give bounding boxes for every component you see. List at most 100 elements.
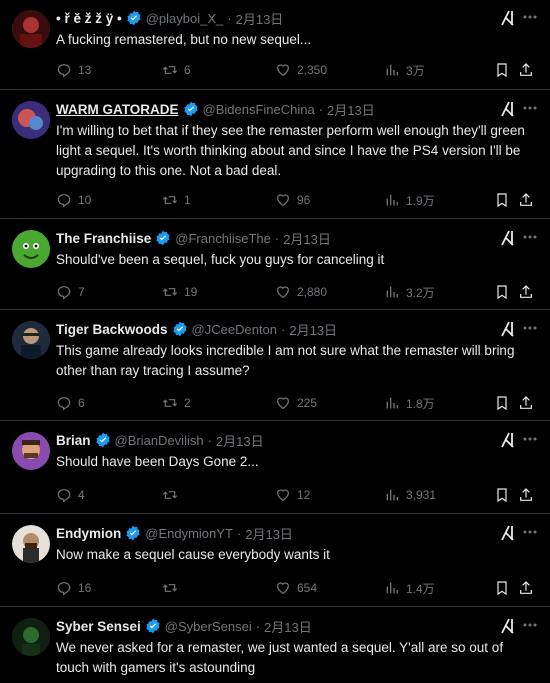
timestamp[interactable]: 2月13日: [327, 100, 375, 119]
tweet-header: Tiger Backwoods @JCeeDenton · 2月13日: [56, 319, 490, 339]
like-icon: [277, 489, 289, 502]
more-icon[interactable]: [522, 8, 538, 26]
like-button[interactable]: 225: [275, 393, 317, 413]
grok-icon[interactable]: [500, 320, 516, 338]
grok-icon[interactable]: [500, 9, 516, 27]
display-name[interactable]: • ř ĕ ž ž ÿ •: [56, 11, 122, 26]
handle[interactable]: @FranchiiseThe: [175, 231, 271, 246]
retweet-button[interactable]: 6: [162, 60, 191, 80]
display-name[interactable]: Endymion: [56, 526, 121, 541]
reply-button[interactable]: 10: [56, 190, 91, 210]
retweet-button[interactable]: [162, 578, 184, 598]
timestamp[interactable]: 2月13日: [236, 9, 284, 28]
display-name[interactable]: Syber Sensei: [56, 619, 141, 634]
more-icon[interactable]: [522, 99, 538, 117]
share-button[interactable]: [518, 282, 534, 302]
avatar[interactable]: [12, 10, 50, 48]
avatar[interactable]: [12, 230, 50, 268]
retweet-button[interactable]: 2: [162, 393, 191, 413]
more-icon[interactable]: [522, 319, 538, 337]
tweet[interactable]: The Franchiise @FranchiiseThe · 2月13日 Sh…: [0, 220, 550, 310]
grok-icon[interactable]: [500, 617, 516, 635]
bookmark-button[interactable]: [494, 60, 510, 80]
avatar[interactable]: [12, 321, 50, 359]
retweet-button[interactable]: 1: [162, 190, 191, 210]
display-name[interactable]: Tiger Backwoods: [56, 322, 168, 337]
timestamp[interactable]: 2月13日: [264, 617, 312, 636]
more-icon[interactable]: [522, 228, 538, 246]
views-button[interactable]: 3,931: [384, 485, 436, 505]
share-button[interactable]: [518, 393, 534, 413]
grok-icon[interactable]: [500, 524, 516, 542]
action-bar: 13 6 2,350 3万: [56, 60, 538, 80]
bookmark-button[interactable]: [494, 190, 510, 210]
timestamp[interactable]: 2月13日: [283, 229, 331, 248]
retweet-icon: [162, 399, 178, 407]
reply-button[interactable]: 13: [56, 60, 91, 80]
avatar[interactable]: [12, 525, 50, 563]
reply-button[interactable]: 6: [56, 393, 85, 413]
handle[interactable]: @BrianDevilish: [115, 433, 204, 448]
grok-icon[interactable]: [500, 100, 516, 118]
retweet-button[interactable]: 19: [162, 282, 197, 302]
share-button[interactable]: [518, 60, 534, 80]
share-button[interactable]: [518, 485, 534, 505]
more-icon[interactable]: [522, 523, 538, 541]
bookmark-button[interactable]: [494, 485, 510, 505]
tweet[interactable]: Syber Sensei @SyberSensei · 2月13日 We nev…: [0, 608, 550, 683]
avatar[interactable]: [12, 432, 50, 470]
retweet-button[interactable]: [162, 485, 184, 505]
reply-icon: [57, 286, 71, 300]
like-count: 654: [297, 581, 318, 595]
handle[interactable]: @JCeeDenton: [192, 322, 277, 337]
more-icon[interactable]: [522, 616, 538, 634]
timestamp[interactable]: 2月13日: [216, 431, 264, 450]
action-bar: 4 12 3,931: [56, 485, 538, 505]
tweet[interactable]: Endymion @EndymionYT · 2月13日 Now make a …: [0, 515, 550, 607]
reply-count: 13: [78, 63, 92, 77]
avatar[interactable]: [12, 618, 50, 656]
reply-button[interactable]: 16: [56, 578, 91, 598]
tweet[interactable]: Brian @BrianDevilish · 2月13日 Should have…: [0, 422, 550, 514]
tweet[interactable]: Tiger Backwoods @JCeeDenton · 2月13日 This…: [0, 311, 550, 421]
tweet[interactable]: • ř ĕ ž ž ÿ • @playboi_X_ · 2月13日 A fuck…: [0, 0, 550, 90]
bookmark-button[interactable]: [494, 393, 510, 413]
share-button[interactable]: [518, 578, 534, 598]
view-count: 3万: [406, 63, 425, 78]
bookmark-button[interactable]: [494, 578, 510, 598]
handle[interactable]: @EndymionYT: [145, 526, 233, 541]
display-name[interactable]: Brian: [56, 433, 91, 448]
like-button[interactable]: 12: [275, 485, 310, 505]
views-button[interactable]: 1.8万: [384, 393, 435, 413]
views-button[interactable]: 3万: [384, 60, 425, 80]
share-button[interactable]: [518, 190, 534, 210]
like-button[interactable]: 96: [275, 190, 310, 210]
views-button[interactable]: 1.9万: [384, 190, 435, 210]
views-button[interactable]: 3.2万: [384, 282, 435, 302]
grok-icon[interactable]: [500, 229, 516, 247]
like-button[interactable]: 2,880: [275, 282, 327, 302]
grok-icon[interactable]: [500, 431, 516, 449]
retweet-count: 2: [184, 396, 191, 410]
reply-button[interactable]: 4: [56, 485, 85, 505]
more-icon[interactable]: [522, 430, 538, 448]
tweet[interactable]: WARM GATORADE @BidensFineChina · 2月13日 I…: [0, 91, 550, 219]
handle[interactable]: @BidensFineChina: [203, 102, 315, 117]
view-count: 3,931: [406, 488, 437, 502]
reply-feed: • ř ĕ ž ž ÿ • @playboi_X_ · 2月13日 A fuck…: [0, 0, 550, 683]
handle[interactable]: @SyberSensei: [165, 619, 252, 634]
reply-icon: [57, 582, 71, 596]
like-button[interactable]: 2,350: [275, 60, 327, 80]
like-button[interactable]: 654: [275, 578, 317, 598]
bookmark-button[interactable]: [494, 282, 510, 302]
avatar[interactable]: [12, 101, 50, 139]
timestamp[interactable]: 2月13日: [289, 320, 337, 339]
tweet-text: Should have been Days Gone 2...: [56, 454, 259, 469]
timestamp[interactable]: 2月13日: [245, 524, 293, 543]
display-name[interactable]: The Franchiise: [56, 231, 151, 246]
reply-button[interactable]: 7: [56, 282, 85, 302]
handle[interactable]: @playboi_X_: [146, 11, 224, 26]
display-name[interactable]: WARM GATORADE: [56, 102, 179, 117]
views-button[interactable]: 1.4万: [384, 578, 435, 598]
bookmark-icon: [497, 193, 507, 208]
